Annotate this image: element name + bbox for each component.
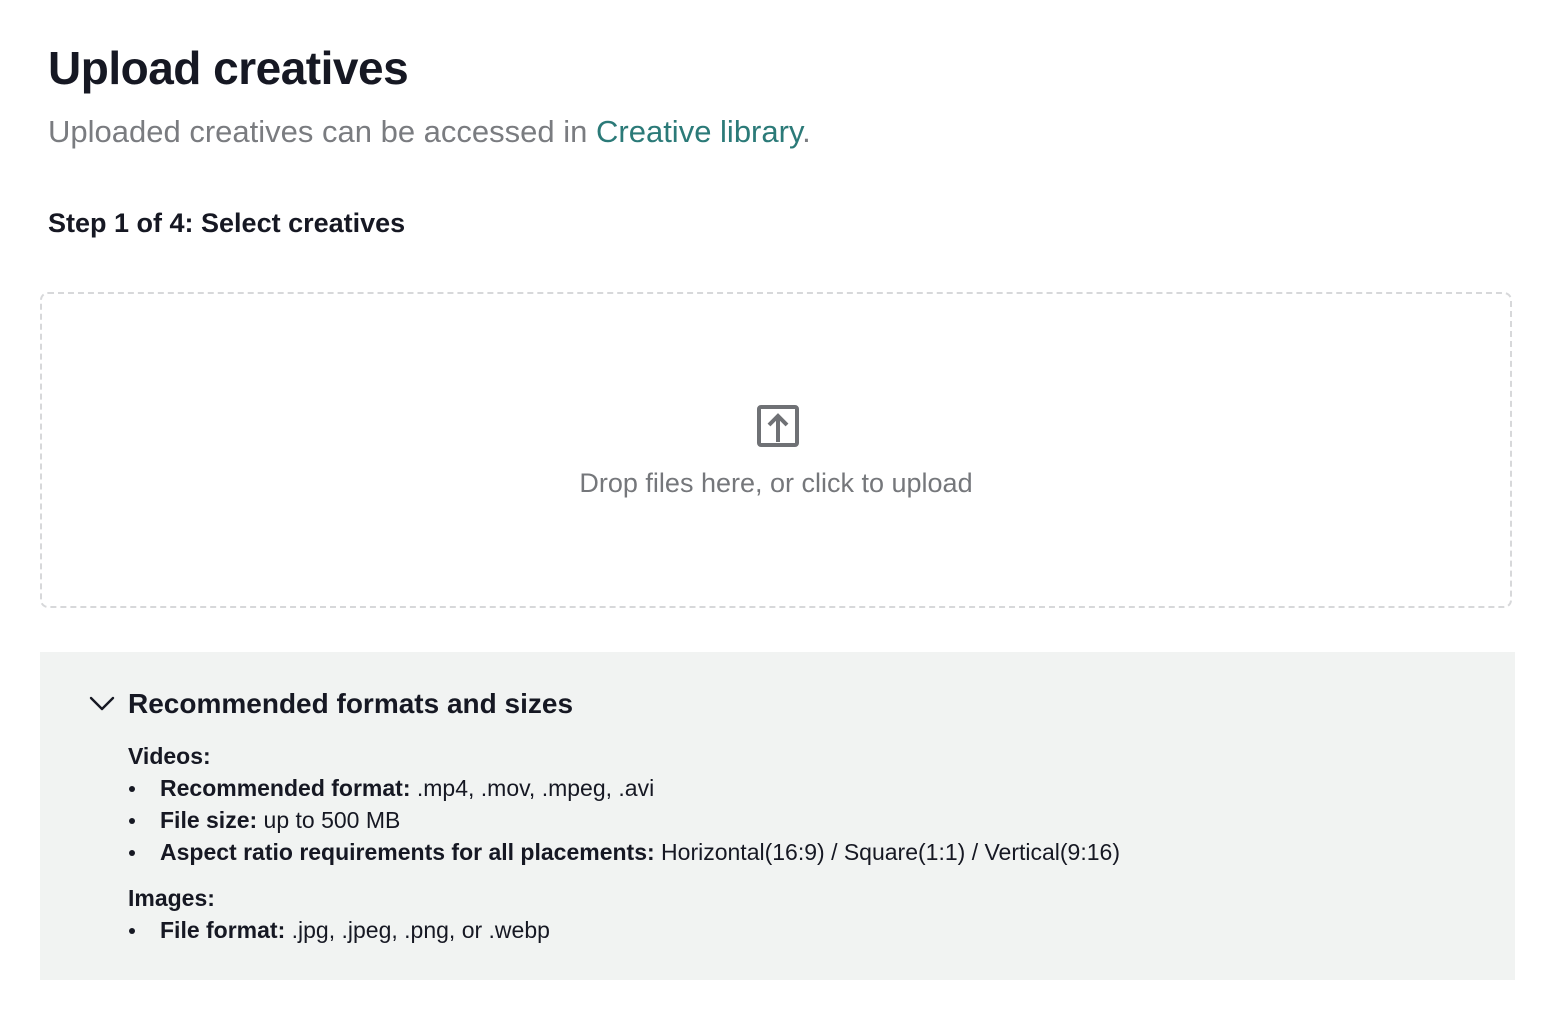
subtitle-prefix: Uploaded creatives can be accessed in [48, 114, 596, 149]
requirement-label: File size: [160, 807, 258, 833]
videos-list: Recommended format: .mp4, .mov, .mpeg, .… [128, 772, 1120, 868]
requirement-label: File format: [160, 917, 286, 943]
images-title: Images: [128, 885, 215, 911]
videos-group: Videos: Recommended format: .mp4, .mov, … [128, 740, 1120, 868]
formats-toggle[interactable]: Recommended formats and sizes [88, 684, 573, 724]
requirement-label: Aspect ratio requirements for all placem… [160, 839, 655, 865]
requirement-value: .jpg, .jpeg, .png, or .webp [285, 917, 550, 943]
subtitle-suffix: . [802, 114, 811, 149]
step-title: Step 1 of 4: Select creatives [48, 208, 406, 238]
upload-icon [757, 405, 799, 447]
upload-creatives-page: Upload creatives Uploaded creatives can … [0, 0, 1560, 1020]
videos-title: Videos: [128, 743, 211, 769]
list-item: File format: .jpg, .jpeg, .png, or .webp [128, 914, 1120, 946]
list-item: File size: up to 500 MB [128, 804, 1120, 836]
recommended-formats-panel: Recommended formats and sizes Videos: Re… [40, 652, 1515, 980]
requirement-value: up to 500 MB [257, 807, 401, 833]
list-item: Aspect ratio requirements for all placem… [128, 836, 1120, 868]
formats-title: Recommended formats and sizes [128, 688, 574, 719]
list-item: Recommended format: .mp4, .mov, .mpeg, .… [128, 772, 1120, 804]
formats-body: Videos: Recommended format: .mp4, .mov, … [128, 740, 1120, 946]
requirement-value: .mp4, .mov, .mpeg, .avi [410, 775, 655, 801]
creative-library-link[interactable]: Creative library [596, 114, 802, 149]
requirement-value: Horizontal(16:9) / Square(1:1) / Vertica… [654, 839, 1120, 865]
file-dropzone[interactable]: Drop files here, or click to upload [40, 292, 1512, 608]
chevron-down-icon [89, 696, 115, 711]
requirement-label: Recommended format: [160, 775, 411, 801]
dropzone-text: Drop files here, or click to upload [579, 468, 973, 498]
page-subtitle: Uploaded creatives can be accessed in Cr… [48, 112, 811, 152]
images-list: File format: .jpg, .jpeg, .png, or .webp [128, 914, 1120, 946]
page-title: Upload creatives [48, 42, 409, 94]
images-group: Images: File format: .jpg, .jpeg, .png, … [128, 882, 1120, 946]
